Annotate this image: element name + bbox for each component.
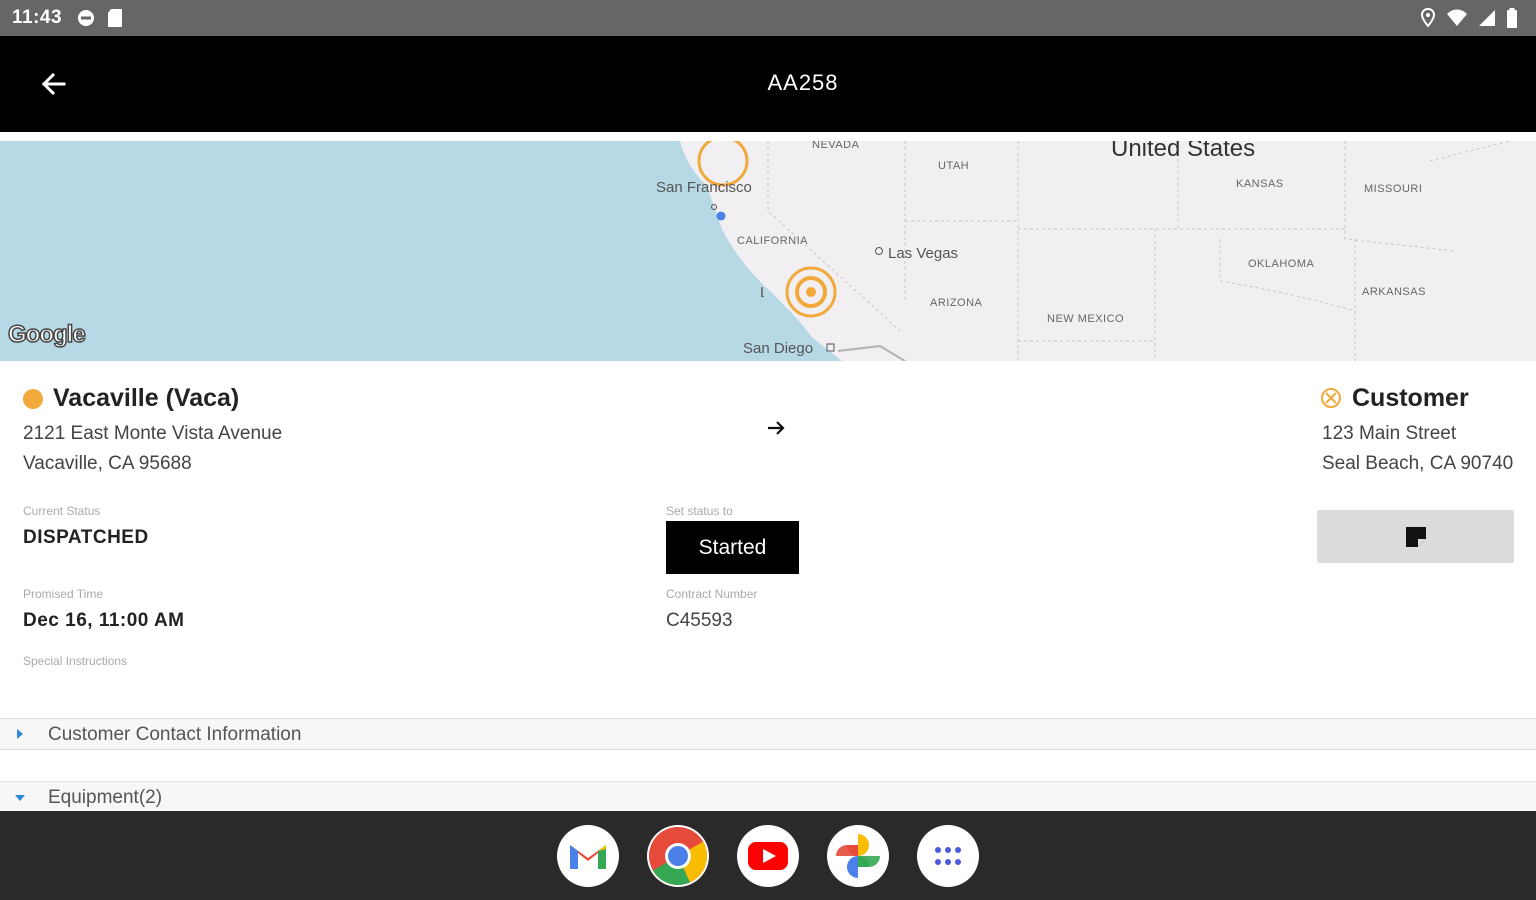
signal-icon [1479, 10, 1495, 26]
destination-address-line2: Seal Beach, CA 90740 [1322, 453, 1514, 474]
notes-button[interactable] [1317, 510, 1514, 563]
contract-number-value: C45593 [666, 610, 733, 631]
map-region-label: UTAH [938, 160, 970, 172]
map-region-label: CALIFORNIA [737, 235, 809, 247]
map-region-label: MISSOURI [1364, 183, 1423, 195]
wifi-icon [1447, 9, 1467, 26]
map-region-label: NEVADA [812, 141, 860, 151]
section-equipment[interactable]: Equipment(2) [0, 781, 1536, 813]
origin-marker-icon [23, 389, 43, 409]
map-region-label: KANSAS [1236, 178, 1284, 190]
promised-time-value: Dec 16, 11:00 AM [23, 610, 185, 631]
map-region-label: OKLAHOMA [1248, 258, 1315, 270]
map-city-label: San Diego [743, 340, 814, 357]
status-time: 11:43 [12, 7, 63, 28]
location-icon [1420, 8, 1436, 28]
contract-number-label: Contract Number [666, 587, 758, 601]
destination-address-line1: 123 Main Street [1322, 423, 1457, 444]
battery-icon [1507, 8, 1517, 28]
map-country-label: United States [1111, 141, 1256, 162]
app-bar: AA258 [0, 36, 1536, 132]
caret-right-icon [17, 729, 23, 739]
section-label: Customer Contact Information [48, 724, 302, 745]
destination-name: Customer [1352, 384, 1469, 412]
dnd-icon [78, 10, 95, 26]
map-region-label: ARKANSAS [1362, 286, 1426, 298]
map-base [0, 141, 1511, 361]
status-bar: 11:43 [0, 0, 1536, 36]
current-status-label: Current Status [23, 504, 101, 518]
target-icon [1321, 388, 1341, 408]
youtube-icon[interactable] [737, 825, 799, 887]
page-title: AA258 [767, 70, 839, 95]
section-customer-contact[interactable]: Customer Contact Information [0, 718, 1536, 750]
photos-icon[interactable] [827, 825, 889, 887]
promised-time-label: Promised Time [23, 587, 104, 601]
current-status-value: DISPATCHED [23, 527, 149, 548]
origin-address-line1: 2121 East Monte Vista Avenue [23, 423, 283, 444]
set-status-button[interactable]: Started [666, 521, 799, 574]
sd-card-icon [108, 9, 123, 27]
map-view[interactable]: United States NEVADA UTAH KANSAS MISSOUR… [0, 141, 1536, 361]
section-label: Equipment(2) [48, 787, 163, 808]
map-region-label: ARIZONA [930, 297, 983, 309]
origin-address-line2: Vacaville, CA 95688 [23, 453, 192, 474]
caret-down-icon [15, 795, 25, 801]
origin-name: Vacaville (Vaca) [53, 384, 240, 412]
note-icon [1405, 526, 1426, 547]
chrome-icon[interactable] [647, 825, 709, 887]
special-instructions-label: Special Instructions [23, 654, 128, 668]
map-city-label: Las Vegas [888, 245, 959, 262]
map-city-label: San Francisco [656, 179, 752, 196]
set-status-label: Set status to [666, 504, 733, 518]
gmail-icon[interactable] [557, 825, 619, 887]
map-region-label: NEW MEXICO [1047, 313, 1125, 325]
app-drawer-icon[interactable] [917, 825, 979, 887]
arrow-right-icon [768, 421, 785, 435]
google-logo: Google [7, 320, 86, 349]
